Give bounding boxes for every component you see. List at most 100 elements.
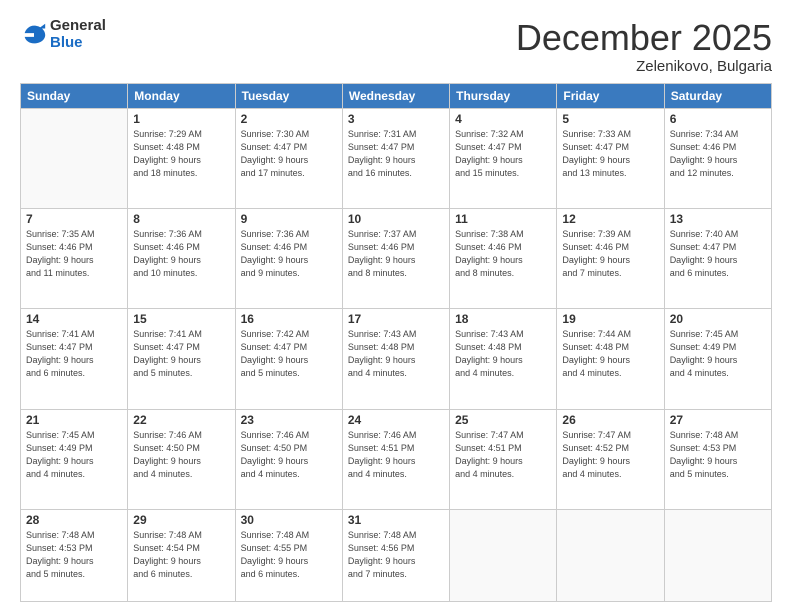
day-number: 4 xyxy=(455,112,551,126)
day-number: 14 xyxy=(26,312,122,326)
day-number: 11 xyxy=(455,212,551,226)
day-info: Sunrise: 7:41 AM Sunset: 4:47 PM Dayligh… xyxy=(133,328,229,380)
table-row: 19 Sunrise: 7:44 AM Sunset: 4:48 PM Dayli… xyxy=(557,309,664,409)
table-row: 5 Sunrise: 7:33 AM Sunset: 4:47 PM Daylig… xyxy=(557,108,664,208)
col-monday: Monday xyxy=(128,83,235,108)
col-tuesday: Tuesday xyxy=(235,83,342,108)
table-row: 17 Sunrise: 7:43 AM Sunset: 4:48 PM Dayli… xyxy=(342,309,449,409)
table-row: 16 Sunrise: 7:42 AM Sunset: 4:47 PM Dayli… xyxy=(235,309,342,409)
col-sunday: Sunday xyxy=(21,83,128,108)
day-number: 27 xyxy=(670,413,766,427)
col-wednesday: Wednesday xyxy=(342,83,449,108)
day-info: Sunrise: 7:46 AM Sunset: 4:50 PM Dayligh… xyxy=(133,429,229,481)
day-number: 31 xyxy=(348,513,444,527)
table-row xyxy=(664,509,771,601)
day-info: Sunrise: 7:35 AM Sunset: 4:46 PM Dayligh… xyxy=(26,228,122,280)
table-row: 28Sunrise: 7:48 AM Sunset: 4:53 PM Dayli… xyxy=(21,509,128,601)
day-info: Sunrise: 7:42 AM Sunset: 4:47 PM Dayligh… xyxy=(241,328,337,380)
month-title: December 2025 xyxy=(516,18,772,58)
logo: General Blue xyxy=(20,18,106,51)
table-row: 27 Sunrise: 7:48 AM Sunset: 4:53 PM Dayli… xyxy=(664,409,771,509)
day-number: 19 xyxy=(562,312,658,326)
table-row: 10 Sunrise: 7:37 AM Sunset: 4:46 PM Dayli… xyxy=(342,208,449,308)
day-number: 18 xyxy=(455,312,551,326)
table-row: 11Sunrise: 7:38 AM Sunset: 4:46 PM Dayli… xyxy=(450,208,557,308)
day-number: 13 xyxy=(670,212,766,226)
day-info: Sunrise: 7:47 AM Sunset: 4:52 PM Dayligh… xyxy=(562,429,658,481)
logo-general-text: General xyxy=(50,18,106,35)
table-row: 4 Sunrise: 7:32 AM Sunset: 4:47 PM Daylig… xyxy=(450,108,557,208)
table-row: 1Sunrise: 7:29 AM Sunset: 4:48 PM Daylig… xyxy=(128,108,235,208)
col-thursday: Thursday xyxy=(450,83,557,108)
day-info: Sunrise: 7:44 AM Sunset: 4:48 PM Dayligh… xyxy=(562,328,658,380)
day-number: 15 xyxy=(133,312,229,326)
day-number: 7 xyxy=(26,212,122,226)
day-number: 6 xyxy=(670,112,766,126)
day-number: 16 xyxy=(241,312,337,326)
calendar-table: Sunday Monday Tuesday Wednesday Thursday… xyxy=(20,83,772,602)
header-right: December 2025 Zelenikovo, Bulgaria xyxy=(516,18,772,75)
table-row: 31 Sunrise: 7:48 AM Sunset: 4:56 PM Dayli… xyxy=(342,509,449,601)
table-row: 14 Sunrise: 7:41 AM Sunset: 4:47 PM Dayli… xyxy=(21,309,128,409)
logo-text: General Blue xyxy=(50,18,106,51)
day-number: 24 xyxy=(348,413,444,427)
day-info: Sunrise: 7:45 AM Sunset: 4:49 PM Dayligh… xyxy=(670,328,766,380)
day-number: 17 xyxy=(348,312,444,326)
day-info: Sunrise: 7:46 AM Sunset: 4:50 PM Dayligh… xyxy=(241,429,337,481)
page: General Blue December 2025 Zelenikovo, B… xyxy=(0,0,792,612)
day-info: Sunrise: 7:40 AM Sunset: 4:47 PM Dayligh… xyxy=(670,228,766,280)
day-info: Sunrise: 7:43 AM Sunset: 4:48 PM Dayligh… xyxy=(455,328,551,380)
day-info: Sunrise: 7:41 AM Sunset: 4:47 PM Dayligh… xyxy=(26,328,122,380)
day-info: Sunrise: 7:39 AM Sunset: 4:46 PM Dayligh… xyxy=(562,228,658,280)
logo-blue-text: Blue xyxy=(50,35,106,52)
table-row: 15 Sunrise: 7:41 AM Sunset: 4:47 PM Dayli… xyxy=(128,309,235,409)
day-info: Sunrise: 7:48 AM Sunset: 4:53 PM Dayligh… xyxy=(670,429,766,481)
table-row xyxy=(557,509,664,601)
day-number: 9 xyxy=(241,212,337,226)
logo-icon xyxy=(20,21,48,49)
day-info: Sunrise: 7:29 AM Sunset: 4:48 PM Dayligh… xyxy=(133,128,229,180)
day-number: 23 xyxy=(241,413,337,427)
day-info: Sunrise: 7:36 AM Sunset: 4:46 PM Dayligh… xyxy=(133,228,229,280)
table-row: 29Sunrise: 7:48 AM Sunset: 4:54 PM Dayli… xyxy=(128,509,235,601)
table-row: 2 Sunrise: 7:30 AM Sunset: 4:47 PM Daylig… xyxy=(235,108,342,208)
table-row: 8Sunrise: 7:36 AM Sunset: 4:46 PM Daylig… xyxy=(128,208,235,308)
calendar-header-row: Sunday Monday Tuesday Wednesday Thursday… xyxy=(21,83,772,108)
day-number: 22 xyxy=(133,413,229,427)
table-row: 24 Sunrise: 7:46 AM Sunset: 4:51 PM Dayli… xyxy=(342,409,449,509)
day-number: 25 xyxy=(455,413,551,427)
table-row: 7 Sunrise: 7:35 AM Sunset: 4:46 PM Daylig… xyxy=(21,208,128,308)
day-info: Sunrise: 7:47 AM Sunset: 4:51 PM Dayligh… xyxy=(455,429,551,481)
day-info: Sunrise: 7:43 AM Sunset: 4:48 PM Dayligh… xyxy=(348,328,444,380)
table-row: 9Sunrise: 7:36 AM Sunset: 4:46 PM Daylig… xyxy=(235,208,342,308)
day-number: 2 xyxy=(241,112,337,126)
day-number: 3 xyxy=(348,112,444,126)
day-number: 5 xyxy=(562,112,658,126)
day-info: Sunrise: 7:34 AM Sunset: 4:46 PM Dayligh… xyxy=(670,128,766,180)
table-row: 12Sunrise: 7:39 AM Sunset: 4:46 PM Dayli… xyxy=(557,208,664,308)
day-number: 28 xyxy=(26,513,122,527)
table-row: 13 Sunrise: 7:40 AM Sunset: 4:47 PM Dayli… xyxy=(664,208,771,308)
day-number: 10 xyxy=(348,212,444,226)
table-row: 3Sunrise: 7:31 AM Sunset: 4:47 PM Daylig… xyxy=(342,108,449,208)
day-info: Sunrise: 7:32 AM Sunset: 4:47 PM Dayligh… xyxy=(455,128,551,180)
day-number: 26 xyxy=(562,413,658,427)
table-row: 18 Sunrise: 7:43 AM Sunset: 4:48 PM Dayli… xyxy=(450,309,557,409)
table-row: 23 Sunrise: 7:46 AM Sunset: 4:50 PM Dayli… xyxy=(235,409,342,509)
table-row: 30 Sunrise: 7:48 AM Sunset: 4:55 PM Dayli… xyxy=(235,509,342,601)
table-row xyxy=(21,108,128,208)
day-number: 21 xyxy=(26,413,122,427)
day-info: Sunrise: 7:30 AM Sunset: 4:47 PM Dayligh… xyxy=(241,128,337,180)
day-number: 20 xyxy=(670,312,766,326)
day-info: Sunrise: 7:37 AM Sunset: 4:46 PM Dayligh… xyxy=(348,228,444,280)
table-row: 21Sunrise: 7:45 AM Sunset: 4:49 PM Dayli… xyxy=(21,409,128,509)
top-section: General Blue December 2025 Zelenikovo, B… xyxy=(20,18,772,75)
table-row: 22 Sunrise: 7:46 AM Sunset: 4:50 PM Dayli… xyxy=(128,409,235,509)
day-number: 29 xyxy=(133,513,229,527)
day-info: Sunrise: 7:46 AM Sunset: 4:51 PM Dayligh… xyxy=(348,429,444,481)
day-info: Sunrise: 7:48 AM Sunset: 4:56 PM Dayligh… xyxy=(348,529,444,581)
day-number: 30 xyxy=(241,513,337,527)
day-info: Sunrise: 7:48 AM Sunset: 4:55 PM Dayligh… xyxy=(241,529,337,581)
col-friday: Friday xyxy=(557,83,664,108)
day-info: Sunrise: 7:33 AM Sunset: 4:47 PM Dayligh… xyxy=(562,128,658,180)
